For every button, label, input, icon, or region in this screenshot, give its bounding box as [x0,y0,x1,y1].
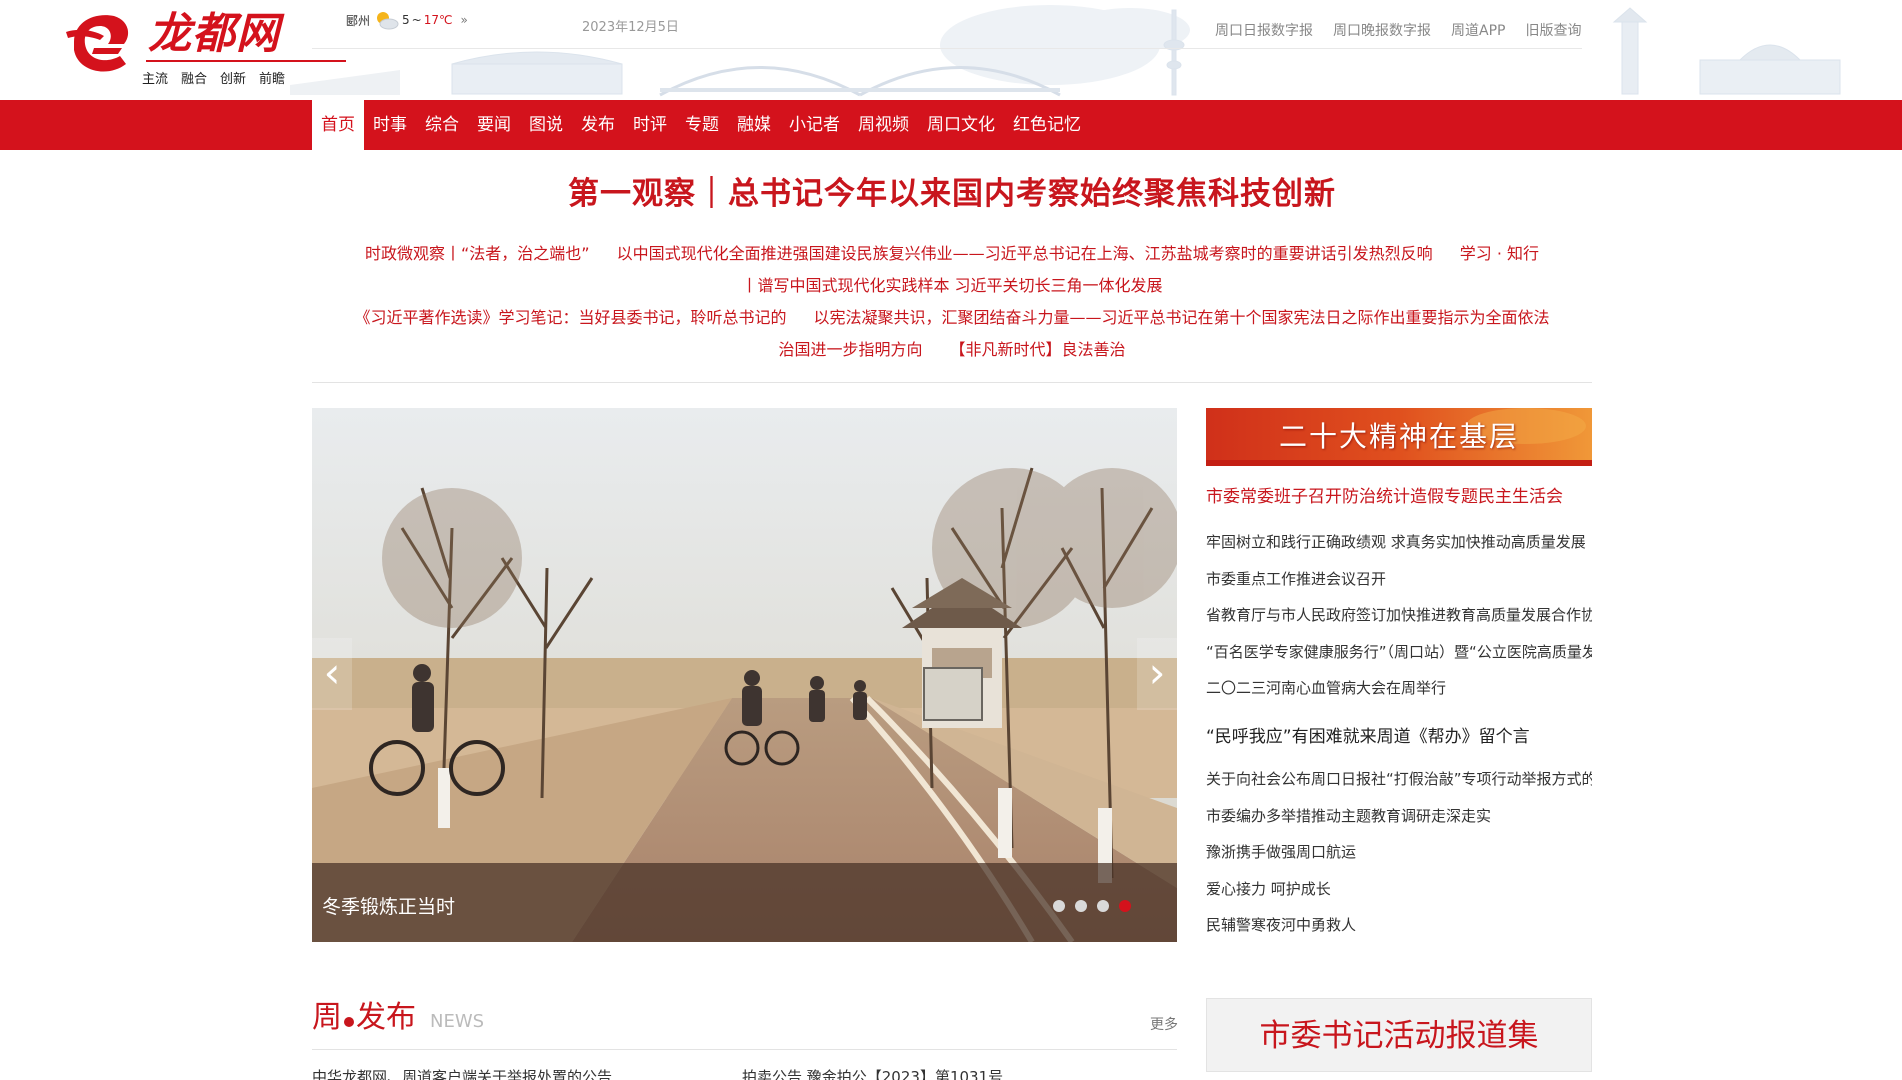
sub-headline-link[interactable]: 丨谱写中国式现代化实践样本 习近平关切长三角一体化发展 [741,276,1162,295]
carousel-next-button[interactable]: › [1137,638,1177,710]
nav-item-release[interactable]: 发布 [572,100,624,150]
right-news-list-2: 关于向社会公布周口日报社“打假治敲”专项行动举报方式的公告 市委编办多举措推动主… [1206,761,1592,944]
list-item[interactable]: 市委重点工作推进会议召开 [1206,561,1592,598]
sub-headline-link[interactable]: 《习近平著作选读》学习笔记：当好县委书记，聆听总书记的 [354,308,786,327]
top-headline[interactable]: 第一观察｜总书记今年以来国内考察始终聚焦科技创新 [312,168,1592,213]
nav-item-topics[interactable]: 专题 [676,100,728,150]
right-news-list-1: 牢固树立和践行正确政绩观 求真务实加快推动高质量发展 市委重点工作推进会议召开 … [1206,524,1592,707]
carousel-dot[interactable] [1075,900,1087,912]
carousel-dot[interactable] [1097,900,1109,912]
zhou-title-left: 周 [312,1000,342,1035]
weather-temp-low: 5 [402,13,410,27]
more-link[interactable]: 更多 [1150,1014,1178,1034]
logo-mark-icon [66,15,129,72]
sub-headlines: 时政微观察丨“法者，治之端也” 以中国式现代化全面推进强国建设民族复兴伟业——习… [312,238,1592,366]
carousel-caption[interactable]: 冬季锻炼正当时 [322,892,455,919]
site-logo[interactable]: 龙都网 主流 融合 创新 前瞻 [60,6,346,90]
nav-item-culture[interactable]: 周口文化 [918,100,1004,150]
weather-separator: ~ [411,13,422,27]
nav-item-commentary[interactable]: 时评 [624,100,676,150]
list-item[interactable]: 省教育厅与市人民政府签订加快推进教育高质量发展合作协议 [1206,597,1592,634]
sub-headline-link[interactable]: 治国进一步指明方向 [778,340,922,359]
carousel-dots [1053,900,1131,912]
list-item[interactable]: 拍卖公告 豫金拍公【2023】第1031号 [742,1066,1172,1080]
top-links: 周口日报数字报 周口晚报数字报 周道APP 旧版查询 [1215,20,1581,40]
current-date: 2023年12月5日 [582,20,679,35]
sub-headline-row-1: 时政微观察丨“法者，治之端也” 以中国式现代化全面推进强国建设民族复兴伟业——习… [312,238,1592,270]
sub-headline-link[interactable]: 以宪法凝聚共识，汇聚团结奋斗力量——习近平总书记在第十个国家宪法日之际作出重要指… [814,308,1550,327]
list-item[interactable]: 爱心接力 呵护成长 [1206,871,1592,908]
list-item[interactable]: 民辅警寒夜河中勇救人 [1206,907,1592,944]
slogan-2: 融合 [181,72,208,87]
slogan-3: 创新 [220,72,247,87]
sub-headline-link[interactable]: 【非凡新时代】良法善治 [950,340,1126,359]
sub-headline-link[interactable]: 时政微观察丨“法者，治之端也” [365,244,590,263]
list-item[interactable]: 中华龙都网、周道客户端关于举报处置的公告 [312,1066,742,1080]
list-item[interactable]: 二〇二三河南心血管病大会在周举行 [1206,670,1592,707]
carousel-dot-active[interactable] [1119,900,1131,912]
twentieth-congress-banner[interactable]: 二十大精神在基层 [1206,408,1592,466]
right-section2-title[interactable]: “民呼我应”有困难就来周道《帮办》留个言 [1206,722,1530,747]
list-item[interactable]: 关于向社会公布周口日报社“打假治敲”专项行动举报方式的公告 [1206,761,1592,798]
right-top-story[interactable]: 市委常委班子召开防治统计造假专题民主生活会 [1206,482,1563,507]
title-dot-icon [344,1017,354,1027]
carousel-prev-button[interactable]: ‹ [312,638,352,710]
nav-item-red-memory[interactable]: 红色记忆 [1004,100,1090,150]
list-item[interactable]: 牢固树立和践行正确政绩观 求真务实加快推动高质量发展 [1206,524,1592,561]
sub-headline-link[interactable]: 以中国式现代化全面推进强国建设民族复兴伟业——习近平总书记在上海、江苏盐城考察时… [617,244,1433,263]
site-header: 龙都网 主流 融合 创新 前瞻 郾州 5 ~ 17℃ » 2023年12月5日 … [0,0,1902,100]
list-item[interactable]: “百名医学专家健康服务行”（周口站）暨“公立医院高质量发展” [1206,634,1592,671]
weather-widget[interactable]: 郾州 5 ~ 17℃ » [346,10,468,30]
slogan-4: 前瞻 [259,72,286,87]
banner-text: 二十大精神在基层 [1278,420,1519,453]
link-archive-search[interactable]: 旧版查询 [1525,20,1581,40]
logo-wordmark: 龙都网 [148,9,280,59]
list-item[interactable]: 市委编办多举措推动主题教育调研走深走实 [1206,798,1592,835]
weather-city: 郾州 [346,13,371,28]
sub-headline-link[interactable]: 学习 · 知行 [1460,244,1539,263]
nav-item-media[interactable]: 融媒 [728,100,780,150]
zhou-fabu-list: 中华龙都网、周道客户端关于举报处置的公告 拍卖公告 豫金拍公【2023】第103… [312,1066,1177,1080]
nav-item-young-reporter[interactable]: 小记者 [780,100,849,150]
sub-headline-row-4: 治国进一步指明方向 【非凡新时代】良法善治 [312,334,1592,366]
nav-item-general[interactable]: 综合 [416,100,468,150]
weather-temp-high: 17℃ [423,13,453,27]
nav-item-video[interactable]: 周视频 [849,100,918,150]
photo-carousel[interactable]: ‹ › 冬季锻炼正当时 [312,408,1177,942]
nav-item-headlines[interactable]: 要闻 [468,100,520,150]
section-divider [312,382,1592,383]
main-nav: 首页 时事 综合 要闻 图说 发布 时评 专题 融媒 小记者 周视频 周口文化 … [0,100,1902,150]
logo-slogans: 主流 融合 创新 前瞻 [142,68,285,87]
nav-item-current-affairs[interactable]: 时事 [364,100,416,150]
logo-underline [146,60,346,62]
header-divider [312,48,1582,49]
sub-headline-row-2: 丨谱写中国式现代化实践样本 习近平关切长三角一体化发展 [312,270,1592,302]
zhou-fabu-title: 周 发布 NEWS [312,992,484,1036]
link-zhoukou-daily[interactable]: 周口日报数字报 [1215,20,1313,40]
secretary-activities-banner[interactable]: 市委书记活动报道集 [1206,998,1592,1072]
carousel-dot[interactable] [1053,900,1065,912]
nav-item-photos[interactable]: 图说 [520,100,572,150]
zhou-title-en: NEWS [430,1011,485,1032]
partly-cloudy-icon [377,12,399,30]
slogan-1: 主流 [142,72,169,87]
link-zhoukou-evening[interactable]: 周口晚报数字报 [1333,20,1431,40]
link-zhoudao-app[interactable]: 周道APP [1451,20,1505,40]
zhou-divider [312,1049,1177,1050]
carousel-photo [312,408,1177,942]
weather-more-icon[interactable]: » [460,13,467,27]
sub-headline-row-3: 《习近平著作选读》学习笔记：当好县委书记，聆听总书记的 以宪法凝聚共识，汇聚团结… [312,302,1592,334]
nav-item-home[interactable]: 首页 [312,100,364,150]
list-item[interactable]: 豫浙携手做强周口航运 [1206,834,1592,871]
zhou-title-right: 发布 [356,1000,416,1035]
